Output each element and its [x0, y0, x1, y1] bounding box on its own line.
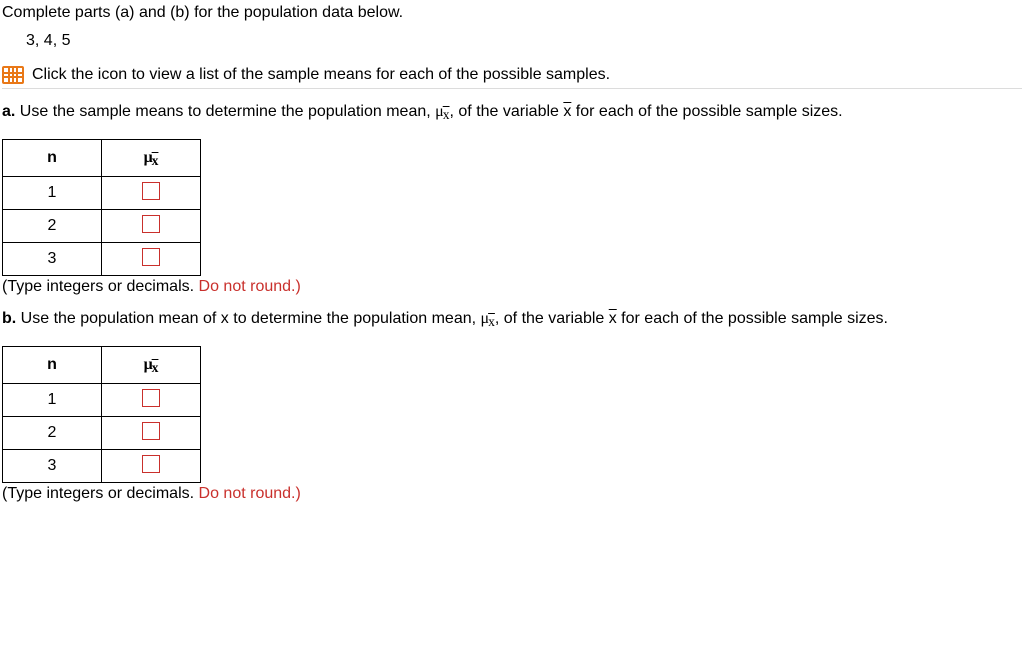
part-a-input-2[interactable] [142, 215, 160, 233]
separator [2, 88, 1022, 89]
part-b-label: b. [2, 310, 16, 327]
part-b-input-2[interactable] [142, 422, 160, 440]
part-a-n-2: 2 [3, 210, 102, 243]
part-a-question: a. Use the sample means to determine the… [2, 103, 1022, 121]
table-row: 2 [3, 210, 201, 243]
table-row: 1 [3, 177, 201, 210]
table-row: 3 [3, 450, 201, 483]
part-b-n-2: 2 [3, 417, 102, 450]
sample-means-popup-label: Click the icon to view a list of the sam… [32, 66, 610, 84]
table-row: 1 [3, 384, 201, 417]
part-b-table: n μx 1 2 3 [2, 346, 201, 483]
part-a-hint: (Type integers or decimals. Do not round… [2, 278, 1022, 296]
part-a-input-3[interactable] [142, 248, 160, 266]
part-a-label: a. [2, 103, 15, 120]
table-icon[interactable] [2, 66, 24, 84]
sample-means-popup-row[interactable]: Click the icon to view a list of the sam… [2, 66, 1022, 84]
part-b-n-1: 1 [3, 384, 102, 417]
table-row: 3 [3, 243, 201, 276]
table-row: 2 [3, 417, 201, 450]
part-b-header-mu: μx [102, 347, 201, 384]
part-a-header-mu: μx [102, 140, 201, 177]
part-a-input-1[interactable] [142, 182, 160, 200]
part-b-header-n: n [3, 347, 102, 384]
part-a-n-1: 1 [3, 177, 102, 210]
part-b-n-3: 3 [3, 450, 102, 483]
population-data-values: 3, 4, 5 [26, 32, 1022, 50]
part-b-question: b. Use the population mean of x to deter… [2, 310, 1022, 328]
part-b-input-1[interactable] [142, 389, 160, 407]
part-a-n-3: 3 [3, 243, 102, 276]
question-intro-line1: Complete parts (a) and (b) for the popul… [2, 4, 1022, 22]
part-a-table: n μx 1 2 3 [2, 139, 201, 276]
part-a-header-n: n [3, 140, 102, 177]
part-b-input-3[interactable] [142, 455, 160, 473]
part-b-hint: (Type integers or decimals. Do not round… [2, 485, 1022, 503]
